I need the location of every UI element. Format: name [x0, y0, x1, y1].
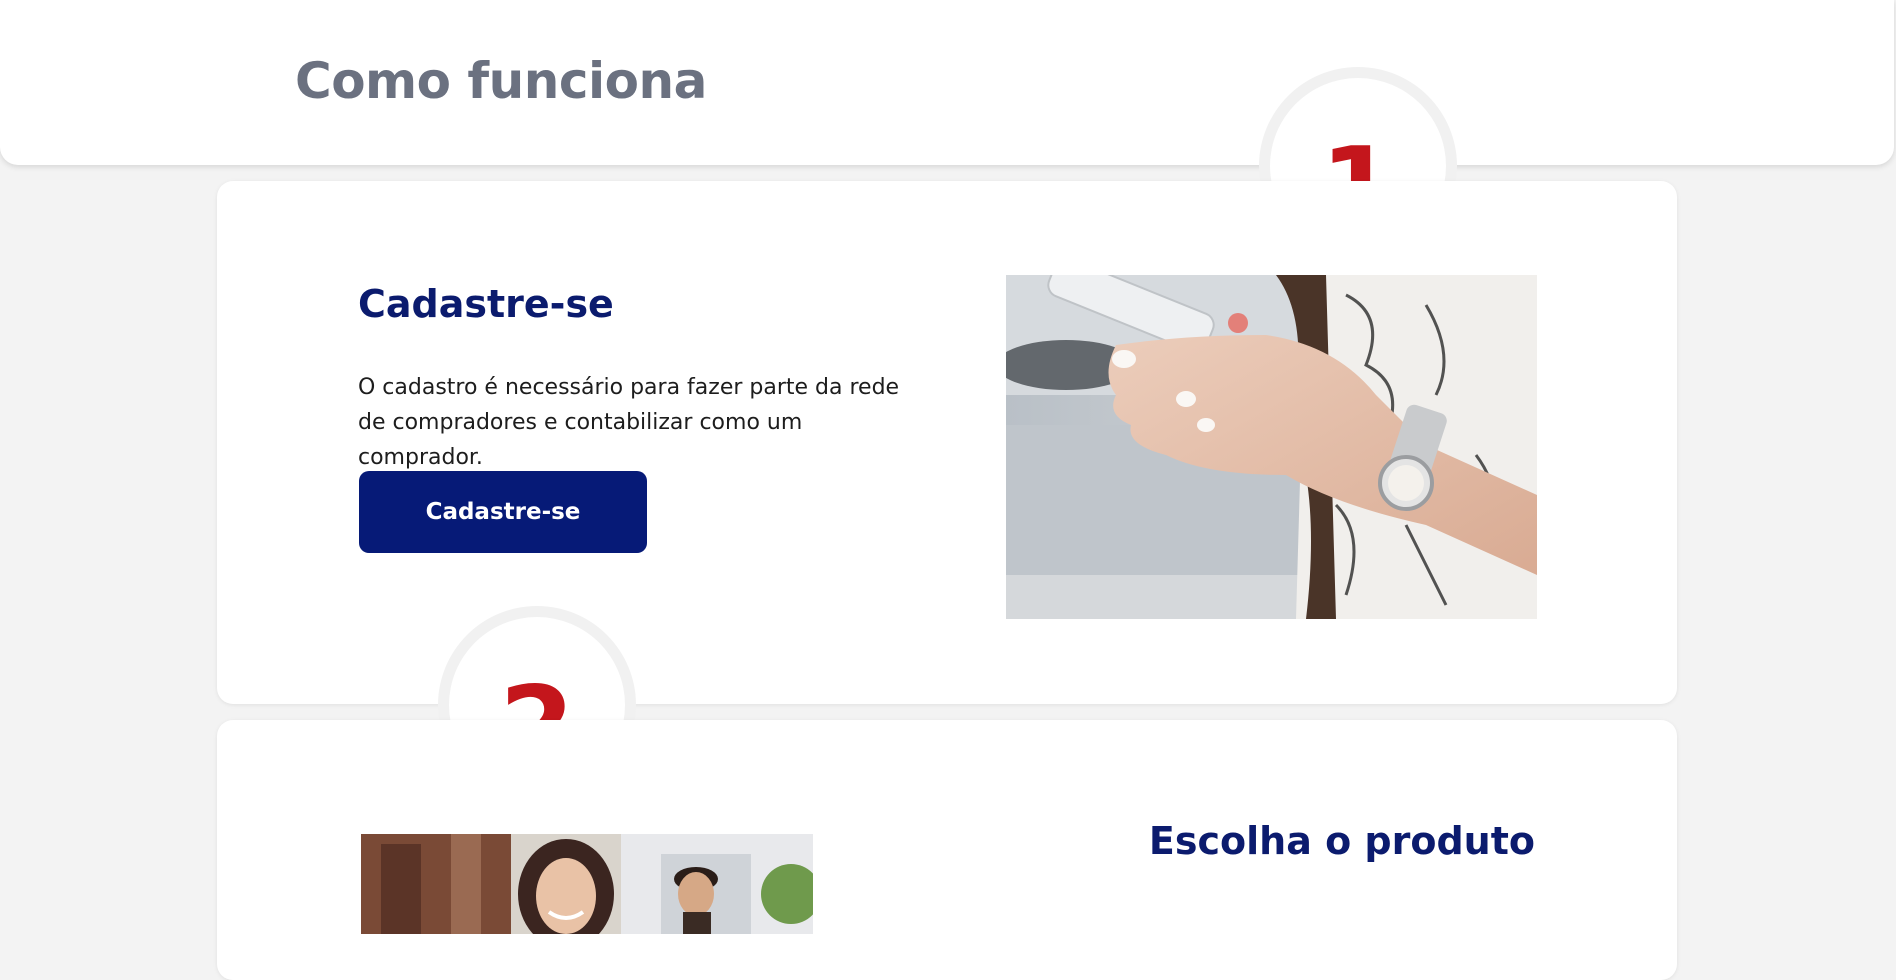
page-title: Como funciona: [295, 52, 707, 110]
badge-1-cover: [1250, 181, 1470, 211]
step-2-card: Escolha o produto: [217, 720, 1677, 980]
hands-holding-smartphone-photo: [1006, 275, 1537, 619]
step-1-card: Cadastre-se O cadastro é necessário para…: [217, 181, 1677, 704]
people-shopping-photo: [361, 834, 813, 934]
step-2-title: Escolha o produto: [1148, 819, 1535, 863]
step-1-description: O cadastro é necessário para fazer parte…: [358, 375, 900, 470]
header-bar: Como funciona: [0, 0, 1894, 165]
register-button[interactable]: Cadastre-se: [359, 471, 647, 553]
step-1-title: Cadastre-se: [358, 282, 614, 326]
